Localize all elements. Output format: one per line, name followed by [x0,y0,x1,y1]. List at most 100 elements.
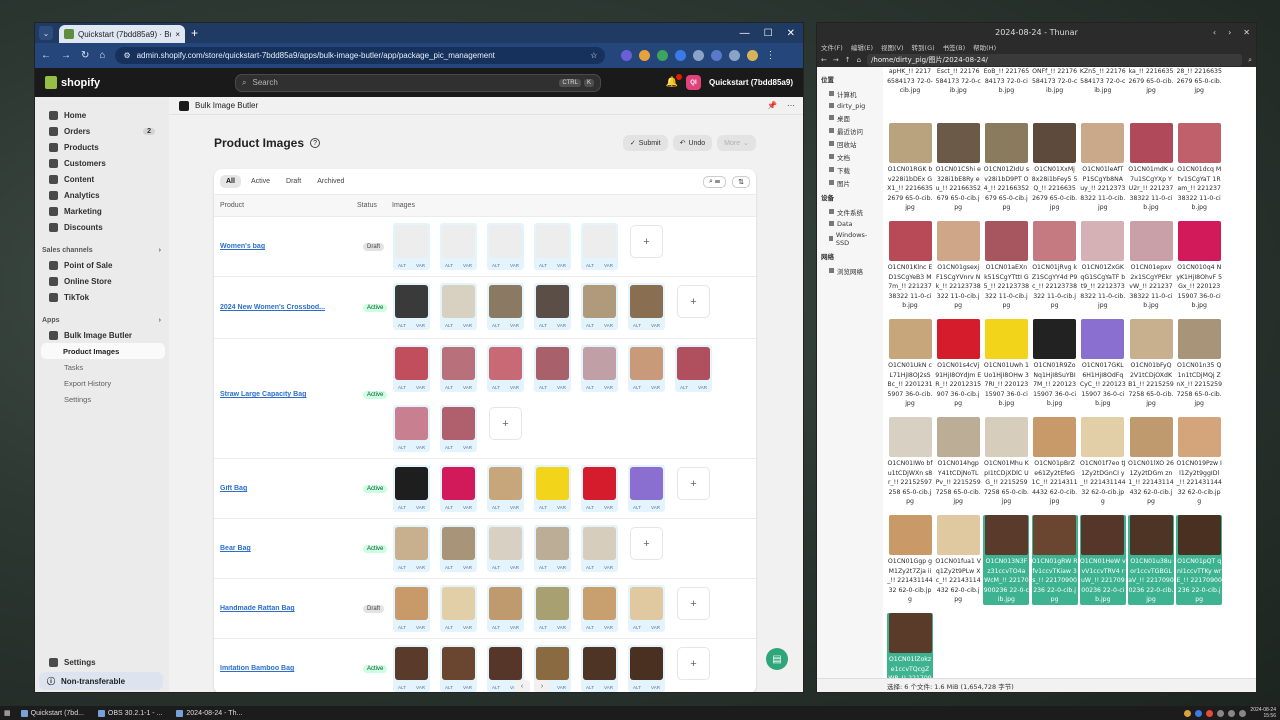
sidebar-item-tiktok[interactable]: TikTok [35,289,169,305]
alt-tag[interactable]: ALT [539,323,547,328]
file-item[interactable]: O1CN01gsexj F1SCgYVnrv Nk_!! 22123738322… [935,221,981,311]
file-item[interactable]: O1CN017GKL 6H1HjI8OdFq CyC_!! 2201231590… [1080,319,1126,409]
taskbar-item-thunar[interactable]: 2024-08-24 - Th... [172,709,246,717]
alt-tag[interactable]: ALT [445,505,453,510]
product-name-link[interactable]: 2024 New Women's Crossbod... [220,304,350,311]
sidebar-item-export-history[interactable]: Export History [35,375,169,391]
alt-tag[interactable]: ALT [445,385,453,390]
tray-icon[interactable] [1206,709,1214,717]
file-item[interactable]: O1CN01fua1 Vq1Zy2t9PLw Xc_!! 22143114432… [935,515,981,605]
product-image-thumb[interactable]: ALT VAR [534,465,571,512]
minimize-icon[interactable]: — [740,28,750,39]
add-image-button[interactable]: + [677,285,710,318]
alt-tag[interactable]: ALT [539,263,547,268]
var-tag[interactable]: VAR [557,263,566,268]
file-item[interactable]: O1CN01u38u or1ccvTGBGL aV_!! 22170900236… [1128,515,1174,605]
sidebar-item-app-settings[interactable]: Settings [35,391,169,407]
product-image-thumb[interactable]: ALT VAR [675,345,712,392]
apps-header[interactable]: Apps › [35,311,169,327]
home-icon[interactable]: ⌂ [99,50,105,61]
taskbar-item-obs[interactable]: OBS 30.2.1-1 - ... [94,709,166,717]
add-image-button[interactable]: + [630,527,663,560]
file-item[interactable]: O1CN01bFyQ 2V1tCDjOXdK B1_!! 22152597258… [1128,319,1174,409]
file-item[interactable]: O1CN013N3F z31ccvTO4a WcM_!! 22170900236… [983,515,1030,605]
file-item[interactable]: O1CN01pQT qnI1ccvTTKy wrE_!! 22170900236… [1176,515,1223,605]
file-item[interactable]: O1CN01IWo bfu1tCDjWXn s8r_!! 22152597258… [887,417,933,507]
more-actions-icon[interactable]: ⋯ [787,101,795,110]
product-image-thumb[interactable]: ALT VAR [393,585,430,632]
file-item[interactable]: O1CN014hgp Y41tCDjNoTL Pv_!! 22152597258… [935,417,981,507]
product-image-thumb[interactable]: ALT VAR [628,585,665,632]
close-tab-icon[interactable]: × [175,30,180,39]
var-tag[interactable]: VAR [651,385,660,390]
add-image-button[interactable]: + [677,587,710,620]
clipboard-fab-icon[interactable]: ▤ [766,648,788,670]
var-tag[interactable]: VAR [510,323,519,328]
var-tag[interactable]: VAR [510,385,519,390]
var-tag[interactable]: VAR [463,505,472,510]
product-image-thumb[interactable]: ALT VAR [581,645,618,692]
var-tag[interactable]: VAR [604,625,613,630]
product-image-thumb[interactable]: ALT VAR [393,465,430,512]
tab-archived[interactable]: Archived [311,175,350,188]
file-item[interactable]: KZn5_!! 22176584173 72-0-cib.jpg [1080,67,1126,96]
alt-tag[interactable]: ALT [492,323,500,328]
add-image-button[interactable]: + [630,225,663,258]
minimize-icon[interactable]: ‹ [1213,28,1216,37]
file-item[interactable]: O1CN01Mhu KpI1tCDjXDlC UG_!! 22152597258… [983,417,1029,507]
product-image-thumb[interactable]: ALT VAR [628,283,665,330]
add-image-button[interactable]: + [677,647,710,680]
browser-tab[interactable]: Quickstart (7bdd85a9) · Bul × [59,25,185,43]
file-item[interactable]: O1CN01lXO 261Zy2tDGm zn1_!! 22143114432 … [1128,417,1174,507]
var-tag[interactable]: VAR [463,685,472,690]
sidebar-item-point-of-sale[interactable]: Point of Sale [35,257,169,273]
sidebar-item-discounts[interactable]: Discounts [35,219,169,235]
help-icon[interactable]: ? [310,138,321,148]
search-filter-icon[interactable]: ⌕ ☰ [703,175,727,188]
product-image-thumb[interactable]: ALT VAR [581,283,618,330]
alt-tag[interactable]: ALT [539,625,547,630]
product-image-thumb[interactable]: ALT VAR [393,345,430,392]
product-image-thumb[interactable]: ALT VAR [581,585,618,632]
alt-tag[interactable]: ALT [445,263,453,268]
back-icon[interactable]: ← [821,56,827,64]
site-info-icon[interactable]: ⚙ [123,51,130,60]
product-image-thumb[interactable]: ALT VAR [487,345,524,392]
menu-item[interactable]: 编辑(E) [851,42,873,52]
product-image-thumb[interactable]: ALT VAR [628,465,665,512]
var-tag[interactable]: VAR [698,385,707,390]
alt-tag[interactable]: ALT [586,263,594,268]
sidebar-place-item[interactable]: 浏览网络 [817,264,883,277]
file-item[interactable]: O1CN01UkN cL71HjI8OJ2sS Bc_!! 2201231590… [887,319,933,409]
file-item[interactable]: 28_!! 22166352679 65-0-cib.jpg [1176,67,1222,96]
sidebar-item-home[interactable]: Home [35,107,169,123]
add-image-button[interactable]: + [677,467,710,500]
sidebar-item-content[interactable]: Content [35,171,169,187]
tray-icon[interactable] [1228,709,1236,717]
var-tag[interactable]: VAR [463,565,472,570]
non-transferable-banner[interactable]: ⓘ Non-transferable [39,672,163,690]
product-image-thumb[interactable]: ALT VAR [440,465,477,512]
product-name-link[interactable]: Gift Bag [220,485,350,492]
menu-item[interactable]: 视图(V) [881,42,904,52]
var-tag[interactable]: VAR [463,263,472,268]
product-image-thumb[interactable]: ALT VAR [440,283,477,330]
product-image-thumb[interactable]: ALT VAR [487,283,524,330]
volume-icon[interactable] [1239,709,1247,717]
product-image-thumb[interactable]: ALT VAR [440,645,477,692]
menu-item[interactable]: 文件(F) [821,42,843,52]
file-item[interactable]: Esct_!! 22176584173 72-0-cib.jpg [935,67,981,96]
file-item[interactable]: O1CN01RGK bv228i1bDEx GX1_!! 22166352679… [887,123,933,213]
file-item[interactable]: O1CN019Pzw Il1Zy2t9ggIDl _!! 22143114432… [1176,417,1222,507]
product-image-thumb[interactable]: ALT VAR [581,525,618,572]
var-tag[interactable]: VAR [557,505,566,510]
alt-tag[interactable]: ALT [492,565,500,570]
sidebar-place-item[interactable]: 最近访问 [817,124,883,137]
sidebar-place-item[interactable]: 计算机 [817,87,883,100]
sidebar-item-marketing[interactable]: Marketing [35,203,169,219]
alt-tag[interactable]: ALT [492,263,500,268]
product-image-thumb[interactable]: ALT VAR [628,645,665,692]
alt-tag[interactable]: ALT [586,323,594,328]
var-tag[interactable]: VAR [463,625,472,630]
file-item[interactable]: O1CN01epxv 2x1SCgYPEkr vW_!! 22123738322… [1128,221,1174,311]
